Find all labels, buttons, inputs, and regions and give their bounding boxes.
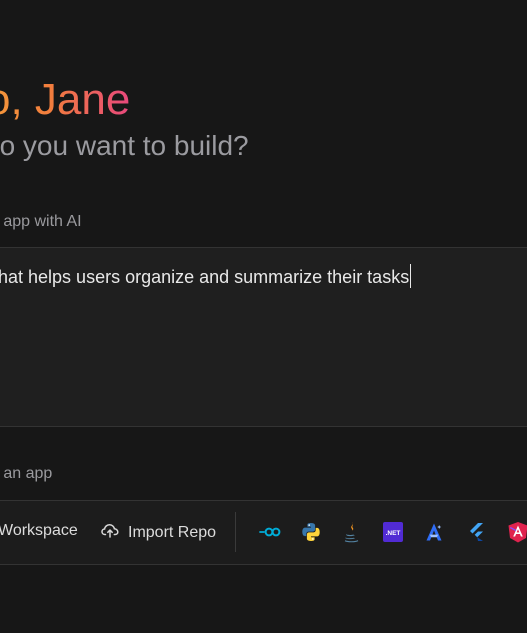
flutter-icon[interactable] bbox=[465, 521, 487, 543]
greeting-subtitle: do you want to build? bbox=[0, 130, 249, 161]
workspace-label: Workspace bbox=[0, 522, 78, 539]
cloud-upload-icon bbox=[101, 522, 119, 543]
angular-red-icon[interactable] bbox=[507, 521, 527, 543]
text-caret bbox=[410, 264, 412, 288]
start-section-label: g an app bbox=[0, 465, 53, 482]
svg-text:.NET: .NET bbox=[386, 530, 401, 537]
dotnet-icon[interactable]: .NET bbox=[382, 521, 404, 543]
python-icon[interactable] bbox=[300, 521, 322, 543]
go-icon[interactable] bbox=[259, 521, 281, 543]
prompt-text[interactable]: hat helps users organize and summarize t… bbox=[0, 264, 412, 288]
import-repo-button[interactable]: Import Repo bbox=[101, 522, 216, 543]
import-repo-label: Import Repo bbox=[128, 523, 217, 541]
toolbar-divider bbox=[235, 512, 236, 552]
workspace-button[interactable]: Workspace bbox=[0, 522, 78, 540]
greeting-title: o, Jane bbox=[0, 72, 130, 128]
java-icon[interactable] bbox=[341, 521, 363, 543]
prompt-section-label: n app with AI bbox=[0, 213, 82, 230]
prompt-value: hat helps users organize and summarize t… bbox=[0, 267, 410, 287]
angular-icon[interactable] bbox=[423, 521, 445, 543]
